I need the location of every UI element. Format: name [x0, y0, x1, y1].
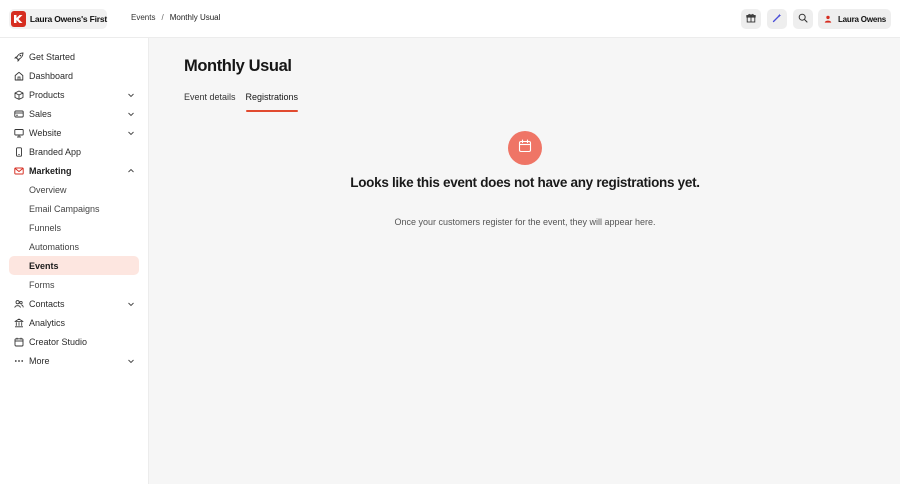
sidebar-item-label: Analytics	[29, 317, 66, 328]
event-tabs: Event details Registrations	[184, 90, 298, 112]
user-menu[interactable]: Laura Owens	[818, 9, 891, 29]
kajabi-logo-icon	[11, 11, 26, 27]
sidebar-item-label: Email Campaigns	[29, 203, 100, 214]
sidebar-item-label: Dashboard	[29, 70, 74, 81]
sidebar-item-label: Forms	[29, 279, 55, 290]
empty-state-title: Looks like this event does not have any …	[350, 175, 700, 190]
brand-switcher[interactable]: Laura Owens's First	[9, 9, 107, 29]
sidebar-item-get-started[interactable]: Get Started	[9, 47, 139, 66]
rocket-icon	[14, 52, 24, 62]
chevron-up-icon[interactable]	[126, 166, 135, 175]
gift-button[interactable]	[741, 9, 761, 29]
calendar-icon	[14, 337, 24, 347]
chevron-down-icon[interactable]	[126, 90, 135, 99]
sidebar-item-label: Marketing	[29, 165, 72, 176]
sidebar-item-label: Events	[29, 260, 59, 271]
sidebar-item-label: Branded App	[29, 146, 82, 157]
gift-icon	[746, 10, 756, 28]
ellipsis-icon	[14, 356, 24, 366]
sidebar-item-marketing[interactable]: Marketing	[9, 161, 139, 180]
breadcrumb-separator: /	[161, 13, 164, 22]
sidebar-subitem-forms[interactable]: Forms	[9, 275, 139, 294]
sidebar-item-label: Contacts	[29, 298, 65, 309]
sidebar-subitem-events[interactable]: Events	[9, 256, 139, 275]
sidebar-nav: Get Started Dashboard Products Sales Web…	[9, 47, 139, 370]
sidebar-item-label: Products	[29, 89, 65, 100]
sidebar: Get Started Dashboard Products Sales Web…	[0, 38, 149, 484]
sidebar-item-label: Overview	[29, 184, 67, 195]
sidebar-item-creator-studio[interactable]: Creator Studio	[9, 332, 139, 351]
search-icon	[798, 10, 808, 28]
sidebar-item-label: Get Started	[29, 51, 76, 62]
bank-icon	[14, 318, 24, 328]
sidebar-item-analytics[interactable]: Analytics	[9, 313, 139, 332]
sidebar-item-website[interactable]: Website	[9, 123, 139, 142]
contacts-icon	[14, 299, 24, 309]
sidebar-item-label: Automations	[29, 241, 80, 252]
sidebar-item-branded-app[interactable]: Branded App	[9, 142, 139, 161]
home-icon	[14, 71, 24, 81]
phone-icon	[14, 146, 24, 157]
sidebar-item-dashboard[interactable]: Dashboard	[9, 66, 139, 85]
chevron-down-icon[interactable]	[126, 128, 135, 137]
calendar-icon	[518, 138, 532, 158]
credit-card-icon	[14, 109, 24, 119]
magic-wand-icon	[772, 10, 782, 28]
sidebar-item-label: Creator Studio	[29, 336, 88, 347]
monitor-icon	[14, 128, 24, 138]
sidebar-item-products[interactable]: Products	[9, 85, 139, 104]
sidebar-subitem-funnels[interactable]: Funnels	[9, 218, 139, 237]
chevron-down-icon[interactable]	[126, 299, 135, 308]
empty-state-subtitle: Once your customers register for the eve…	[394, 217, 656, 227]
magic-button[interactable]	[767, 9, 787, 29]
empty-state-badge	[508, 131, 542, 165]
main-content: Monthly Usual Event details Registration…	[150, 38, 900, 484]
box-icon	[14, 90, 24, 100]
tab-event-details[interactable]: Event details	[184, 90, 236, 112]
search-button[interactable]	[793, 9, 813, 29]
top-actions: Laura Owens	[741, 9, 891, 29]
user-icon	[823, 15, 832, 24]
chevron-down-icon[interactable]	[126, 356, 135, 365]
page-title: Monthly Usual	[184, 57, 292, 75]
breadcrumb-events-link[interactable]: Events	[131, 13, 155, 22]
sidebar-item-label: More	[29, 355, 50, 366]
sidebar-item-sales[interactable]: Sales	[9, 104, 139, 123]
sidebar-subitem-email-campaigns[interactable]: Email Campaigns	[9, 199, 139, 218]
sidebar-subitem-overview[interactable]: Overview	[9, 180, 139, 199]
tab-registrations[interactable]: Registrations	[245, 90, 298, 112]
sidebar-item-label: Funnels	[29, 222, 62, 233]
breadcrumb: Events / Monthly Usual	[131, 13, 220, 22]
sidebar-item-more[interactable]: More	[9, 351, 139, 370]
user-name: Laura Owens	[838, 14, 887, 24]
mail-icon	[14, 166, 24, 176]
top-bar: Laura Owens's First Events / Monthly Usu…	[0, 0, 900, 38]
sidebar-subitem-automations[interactable]: Automations	[9, 237, 139, 256]
brand-name: Laura Owens's First	[29, 14, 107, 24]
chevron-down-icon[interactable]	[126, 109, 135, 118]
sidebar-item-label: Website	[29, 127, 62, 138]
sidebar-item-contacts[interactable]: Contacts	[9, 294, 139, 313]
sidebar-item-label: Sales	[29, 108, 52, 119]
breadcrumb-current: Monthly Usual	[169, 13, 221, 22]
